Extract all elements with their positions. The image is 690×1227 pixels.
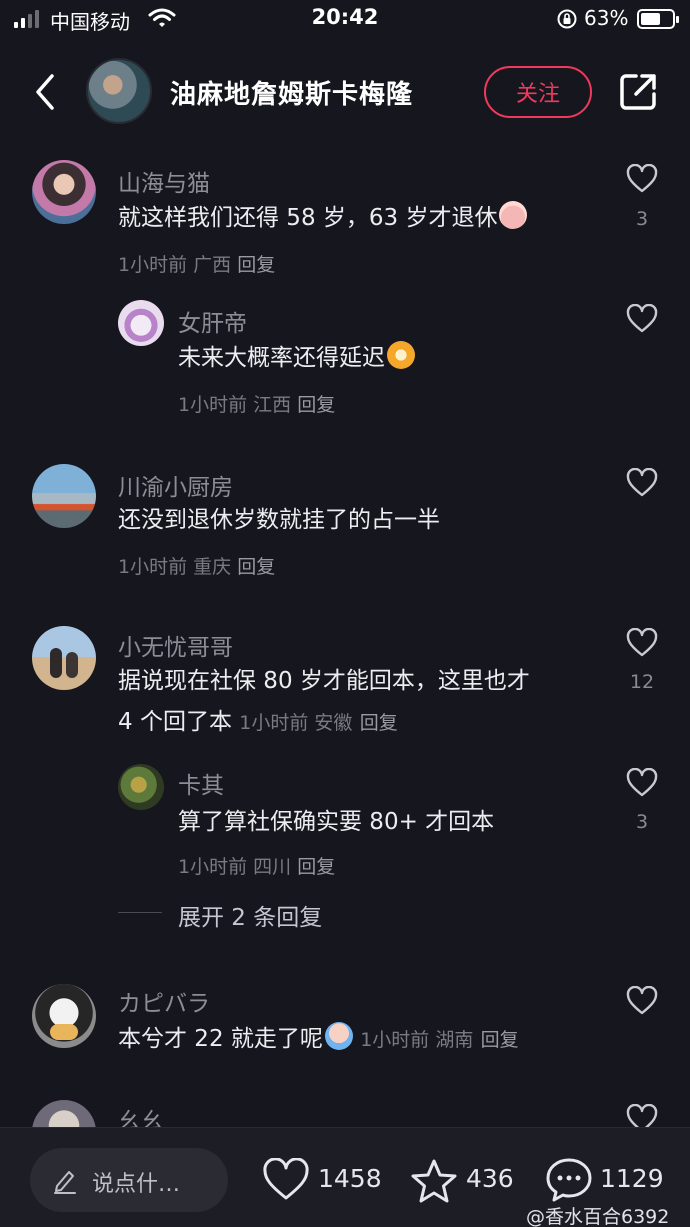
avatar[interactable] — [118, 764, 164, 810]
baby-face-emoji-icon — [499, 201, 528, 229]
comment-icon[interactable] — [544, 1156, 594, 1204]
comment-input-placeholder: 说点什… — [92, 1172, 181, 1197]
tiger-emoji-icon — [387, 341, 415, 369]
like-icon[interactable] — [626, 468, 658, 498]
comment-meta: 1小时前 广西 回复 — [118, 254, 276, 276]
share-icon[interactable] — [618, 72, 658, 112]
favorite-count: 436 — [466, 1164, 514, 1193]
page-title[interactable]: 油麻地詹姆斯卡梅隆 — [170, 74, 413, 111]
like-icon[interactable] — [626, 164, 658, 194]
comment-text: 就这样我们还得 58 岁，63 岁才退休 — [118, 198, 528, 238]
battery-percent: 63% — [584, 6, 629, 30]
avatar[interactable] — [32, 626, 96, 690]
comment-text: 还没到退休岁数就挂了的占一半 — [118, 507, 440, 533]
comment-input[interactable]: 说点什… — [30, 1148, 228, 1212]
bottom-action-bar: 说点什… 1458 436 1129 @香水百合6392 — [0, 1127, 690, 1227]
divider — [118, 912, 162, 913]
reply-button[interactable]: 回复 — [297, 856, 335, 878]
comment-text: 本兮才 22 就走了呢 1小时前 湖南 回复 — [118, 1019, 519, 1060]
reply-button[interactable]: 回复 — [237, 254, 275, 276]
comment-text: 据说现在社保 80 岁才能回本，这里也才 — [118, 668, 530, 694]
avatar[interactable] — [32, 984, 96, 1048]
comment-author[interactable]: 卡其 — [178, 766, 224, 800]
comment-meta: 1小时前 四川 回复 — [178, 856, 336, 878]
like-count: 3 — [635, 208, 649, 230]
expand-replies-button[interactable]: 展开 2 条回复 — [178, 898, 322, 932]
like-count: 3 — [635, 811, 649, 833]
reply-button[interactable]: 回复 — [360, 712, 398, 734]
comment-meta: 1小时前 安徽 — [239, 712, 353, 734]
like-post-icon[interactable] — [262, 1158, 310, 1202]
back-icon[interactable] — [28, 70, 62, 114]
like-icon[interactable] — [626, 986, 658, 1016]
like-icon[interactable] — [626, 768, 658, 798]
reply-button[interactable]: 回复 — [297, 394, 335, 416]
crying-face-emoji-icon — [324, 1022, 353, 1050]
pencil-icon — [54, 1171, 76, 1194]
comment-author[interactable]: 小无忧哥哥 — [118, 628, 233, 662]
like-count: 12 — [629, 671, 655, 693]
like-icon[interactable] — [626, 628, 658, 658]
comment-author[interactable]: 女肝帝 — [178, 304, 247, 338]
post-like-count: 1458 — [318, 1164, 382, 1193]
comment-meta: 1小时前 湖南 — [360, 1029, 474, 1051]
avatar[interactable] — [32, 160, 96, 224]
watermark: @香水百合6392 — [526, 1206, 670, 1227]
reply-button[interactable]: 回复 — [481, 1029, 519, 1051]
avatar[interactable] — [118, 300, 164, 346]
comment-meta: 1小时前 江西 回复 — [178, 394, 336, 416]
comment-text: 未来大概率还得延迟 — [178, 338, 415, 378]
avatar[interactable] — [32, 464, 96, 528]
battery-icon — [637, 9, 679, 29]
comment-count: 1129 — [600, 1164, 664, 1193]
orientation-lock-icon — [557, 9, 577, 29]
comment-author[interactable]: 山海与猫 — [118, 164, 210, 198]
status-bar: 中国移动 20:42 63% — [0, 0, 690, 40]
follow-button[interactable]: 关注 — [484, 66, 592, 118]
like-icon[interactable] — [626, 304, 658, 334]
comment-author[interactable]: カピバラ — [118, 984, 210, 1018]
comment-meta: 1小时前 重庆 回复 — [118, 556, 276, 578]
comment-text: 算了算社保确实要 80+ 才回本 — [178, 809, 495, 835]
author-avatar[interactable] — [86, 58, 152, 124]
comment-author[interactable]: 川渝小厨房 — [118, 468, 233, 502]
comment-text-line2: 4 个回了本 1小时前 安徽 回复 — [118, 709, 398, 735]
reply-button[interactable]: 回复 — [237, 556, 275, 578]
star-icon[interactable] — [410, 1158, 458, 1204]
